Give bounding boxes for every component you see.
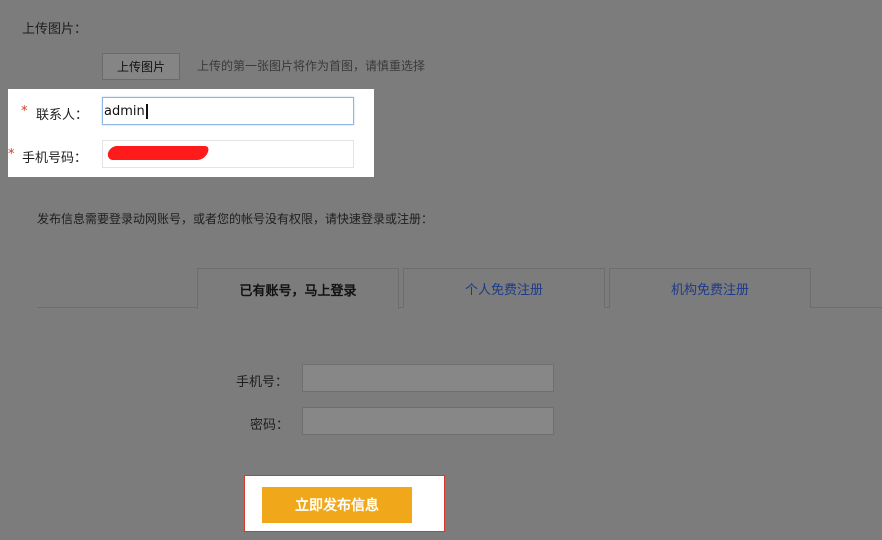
password-input[interactable]: [302, 407, 554, 435]
upload-hint: 上传的第一张图片将作为首图，请慎重选择: [197, 59, 426, 73]
upload-label: 上传图片：: [22, 22, 88, 37]
password-label: 密码：: [250, 418, 290, 433]
required-mark: *: [21, 104, 28, 119]
contact-label: 联系人：: [36, 108, 89, 123]
tab-login[interactable]: 已有账号，马上登录: [197, 268, 399, 309]
login-notice: 发布信息需要登录动网账号，或者您的帐号没有权限，请快速登录或注册：: [37, 212, 434, 226]
upload-image-button[interactable]: 上传图片: [102, 53, 180, 80]
publish-button[interactable]: 立即发布信息: [262, 487, 412, 523]
tab-personal-register[interactable]: 个人免费注册: [403, 268, 605, 308]
redaction-mark: [107, 146, 209, 160]
required-mark: *: [8, 147, 15, 162]
mobile-input[interactable]: [302, 364, 554, 392]
contact-input-value: admin: [104, 103, 145, 119]
contact-input[interactable]: admin: [102, 97, 354, 125]
mobile-label: 手机号：: [236, 375, 289, 390]
tab-organization-register[interactable]: 机构免费注册: [609, 268, 811, 308]
text-caret: [145, 103, 148, 119]
phone-label: 手机号码：: [22, 151, 88, 166]
